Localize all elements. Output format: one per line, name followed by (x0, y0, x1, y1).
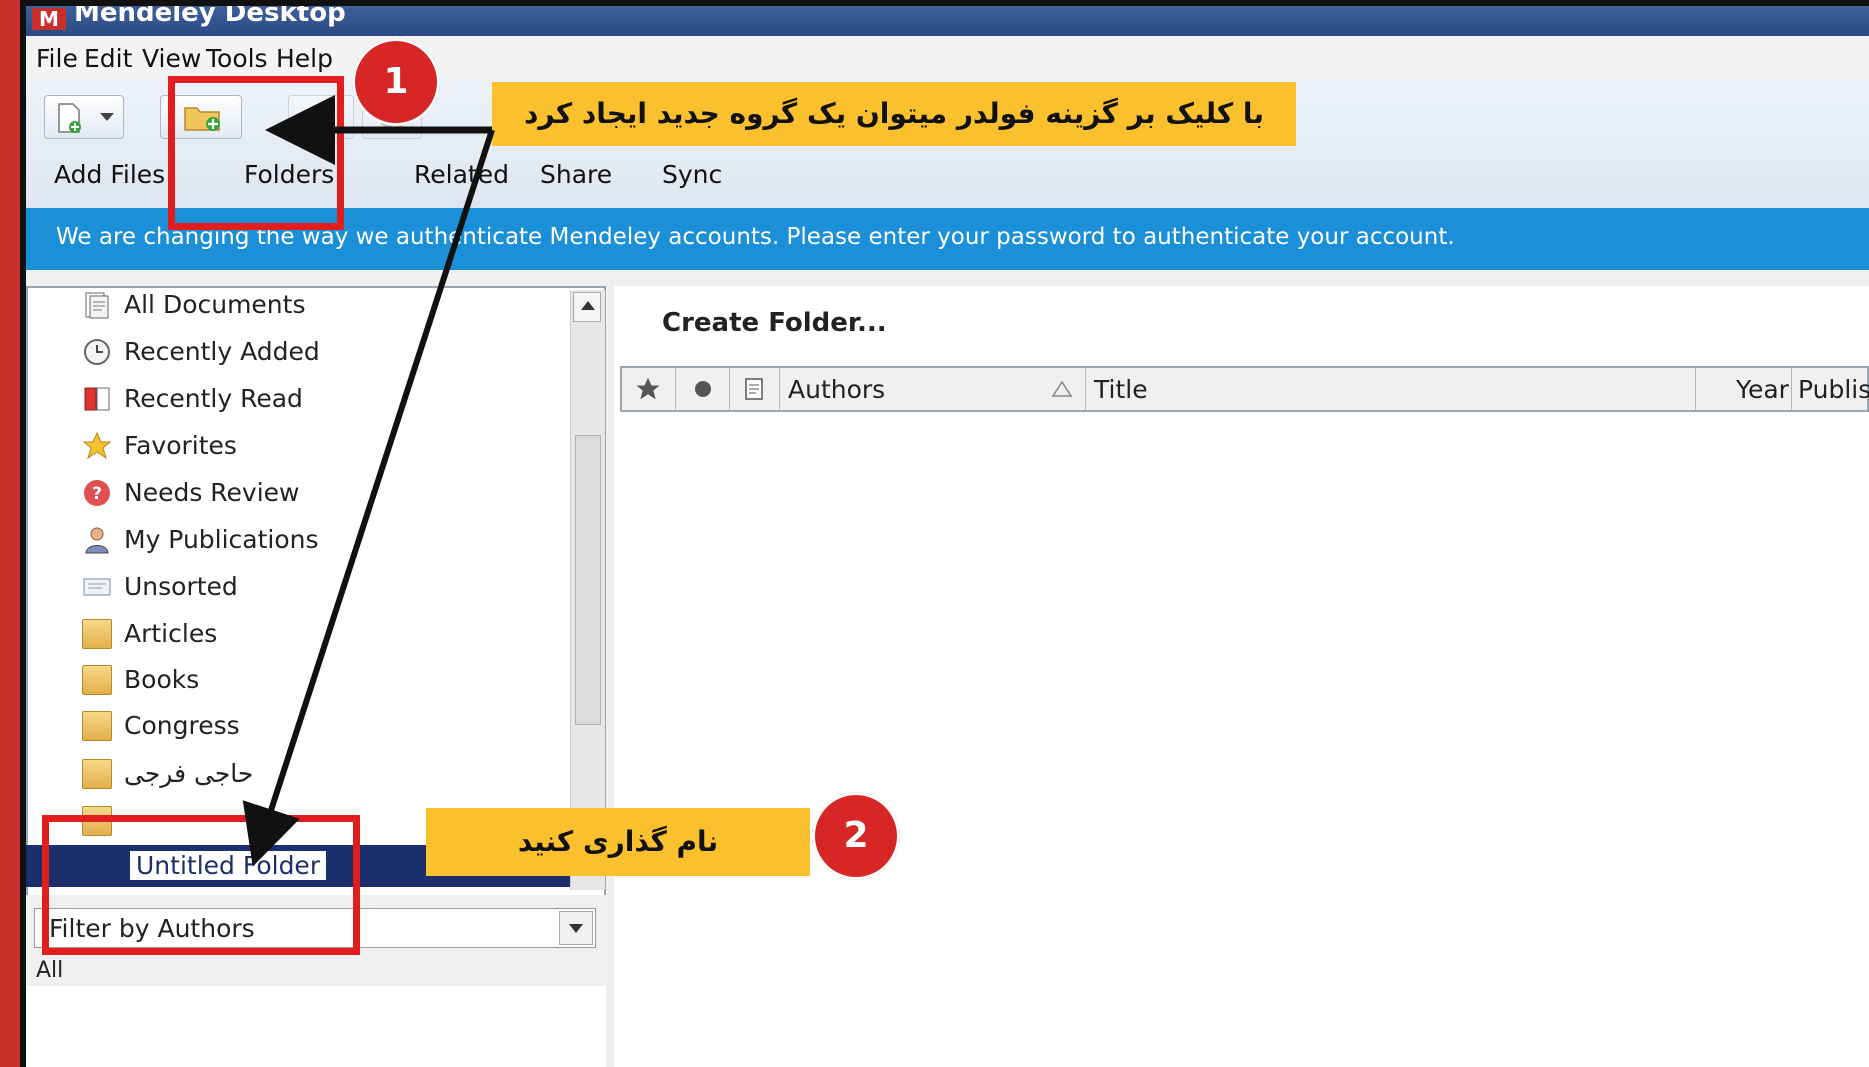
arrow-to-new-folder-icon (242, 129, 495, 867)
annotation-arrows (242, 95, 495, 867)
